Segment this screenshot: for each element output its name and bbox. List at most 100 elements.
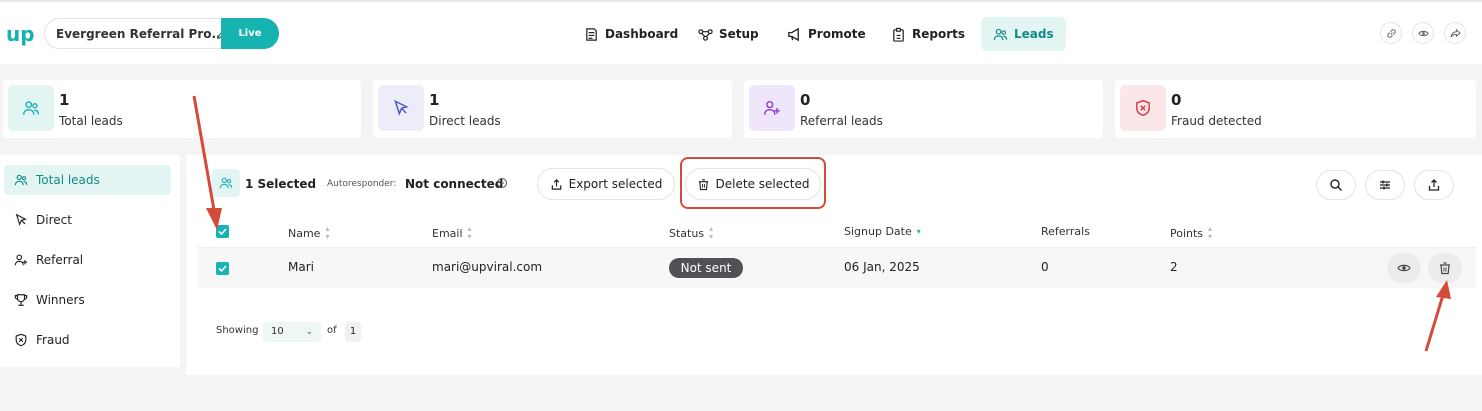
total-pages: 1: [345, 322, 361, 342]
shield-x-icon: [1136, 99, 1150, 117]
top-bar: up Evergreen Referral Pro... Live Dashbo…: [0, 0, 1482, 64]
users-icon: [14, 174, 28, 186]
selected-count: 1 Selected: [245, 177, 317, 191]
trophy-icon: [14, 294, 28, 306]
sort-icon: ▴ ▾: [1208, 224, 1213, 241]
user-plus-icon: [14, 254, 28, 266]
setup-icon: [698, 28, 713, 41]
export-selected-button[interactable]: Export selected: [537, 168, 675, 200]
table-header: Name ▴ ▾ Email ▴ ▾ Status ▴ ▾ Signup Date ▾ Ref…: [198, 215, 1476, 248]
cell-referrals: 0: [1041, 260, 1049, 274]
cursor-icon: [394, 99, 409, 116]
search-icon: [1330, 179, 1342, 191]
sidebar-item-direct[interactable]: Direct: [4, 205, 171, 235]
annotation-highlight-box: [680, 157, 826, 209]
stat-label: Referral leads: [800, 114, 883, 128]
column-label: Status: [669, 226, 705, 240]
shield-x-icon: [15, 333, 27, 347]
dashboard-icon: [586, 27, 597, 41]
stat-referral-leads: 0 Referral leads: [744, 80, 1103, 138]
chevron-down-icon: ⌄: [305, 327, 313, 337]
sort-icon: ▴ ▾: [467, 224, 472, 241]
cell-name: Mari: [288, 260, 314, 274]
logo[interactable]: up: [6, 22, 35, 46]
nav-reports[interactable]: Reports: [879, 17, 977, 51]
stat-total-leads: 1 Total leads: [3, 80, 361, 138]
nav-promote[interactable]: Promote: [775, 17, 878, 51]
campaign-status-badge[interactable]: Live: [221, 18, 279, 49]
table-row[interactable]: Mari mari@upviral.com Not sent 06 Jan, 2…: [198, 248, 1476, 288]
preview-button[interactable]: [1412, 22, 1434, 44]
cell-signup-date: 06 Jan, 2025: [844, 260, 920, 274]
select-all-checkbox[interactable]: [216, 225, 229, 238]
column-header-signup-date[interactable]: Signup Date ▾: [844, 225, 921, 238]
minus-circle-icon[interactable]: [496, 177, 508, 189]
row-checkbox[interactable]: [216, 262, 229, 275]
link-icon: [1386, 28, 1396, 38]
sort-icon: ▴ ▾: [325, 224, 330, 241]
nav-label: Reports: [912, 27, 966, 41]
stat-value: 0: [800, 91, 811, 109]
nav-dashboard[interactable]: Dashboard: [572, 17, 690, 51]
check-icon: [218, 228, 227, 236]
sidebar-item-label: Direct: [36, 213, 72, 227]
users-icon: [22, 101, 40, 115]
sidebar-item-label: Total leads: [36, 173, 100, 187]
copy-link-button[interactable]: [1380, 22, 1402, 44]
clipboard-icon: [893, 27, 904, 42]
column-header-status[interactable]: Status ▴ ▾: [669, 225, 713, 241]
sidebar-item-total-leads[interactable]: Total leads: [4, 165, 171, 195]
delete-lead-button[interactable]: [1428, 253, 1462, 283]
per-page-select[interactable]: 10 ⌄: [263, 322, 321, 342]
sort-desc-icon: ▾: [916, 226, 921, 236]
filter-button[interactable]: [1365, 170, 1405, 200]
sort-icon: ▴ ▾: [709, 224, 714, 241]
per-page-value: 10: [271, 326, 284, 337]
share-button[interactable]: [1444, 22, 1466, 44]
sliders-icon: [1380, 180, 1390, 190]
search-button[interactable]: [1316, 170, 1356, 200]
pagination-showing-label: Showing: [216, 325, 259, 336]
upload-icon: [1428, 179, 1440, 191]
sidebar-item-label: Fraud: [36, 333, 70, 347]
nav-label: Promote: [808, 27, 866, 41]
stat-value: 0: [1171, 91, 1182, 109]
pagination-of-label: of: [327, 325, 337, 336]
cell-email: mari@upviral.com: [432, 260, 543, 274]
stat-icon-box: [8, 85, 54, 131]
column-label: Name: [288, 226, 321, 240]
autoresponder-label: Autoresponder:: [327, 179, 397, 189]
column-header-points[interactable]: Points ▴ ▾: [1170, 225, 1212, 241]
users-icon: [993, 28, 1008, 40]
autoresponder-status: Not connected: [405, 177, 504, 191]
column-header-name[interactable]: Name ▴ ▾: [288, 225, 329, 241]
stat-value: 1: [59, 91, 70, 109]
view-lead-button[interactable]: [1387, 253, 1421, 283]
nav-setup[interactable]: Setup: [686, 17, 771, 51]
button-label: Export selected: [568, 177, 663, 191]
sidebar-item-winners[interactable]: Winners: [4, 285, 171, 315]
campaign-selector[interactable]: Evergreen Referral Pro... Live: [44, 18, 279, 49]
column-label: Referrals: [1041, 225, 1090, 238]
campaign-name: Evergreen Referral Pro...: [56, 27, 226, 41]
sidebar-item-label: Referral: [36, 253, 84, 267]
eye-icon: [1417, 30, 1429, 36]
nav-leads[interactable]: Leads: [981, 17, 1066, 51]
stat-label: Direct leads: [429, 114, 501, 128]
sidebar-item-label: Winners: [36, 293, 85, 307]
nav-label: Dashboard: [605, 27, 679, 41]
stat-label: Total leads: [59, 114, 123, 128]
upload-icon: [551, 178, 561, 190]
nav-label: Setup: [719, 27, 759, 41]
column-header-email[interactable]: Email ▴ ▾: [432, 225, 472, 241]
user-plus-icon: [763, 100, 780, 115]
sidebar-item-referral[interactable]: Referral: [4, 245, 171, 275]
export-all-button[interactable]: [1414, 170, 1454, 200]
leads-sidebar: Total leads Direct Referral Winners Frau…: [0, 155, 180, 367]
column-label: Email: [432, 226, 463, 240]
stat-label: Fraud detected: [1171, 114, 1262, 128]
stat-icon-box: [749, 85, 795, 131]
check-icon: [218, 265, 227, 273]
column-label: Signup Date: [844, 225, 912, 238]
sidebar-item-fraud[interactable]: Fraud: [4, 325, 171, 355]
